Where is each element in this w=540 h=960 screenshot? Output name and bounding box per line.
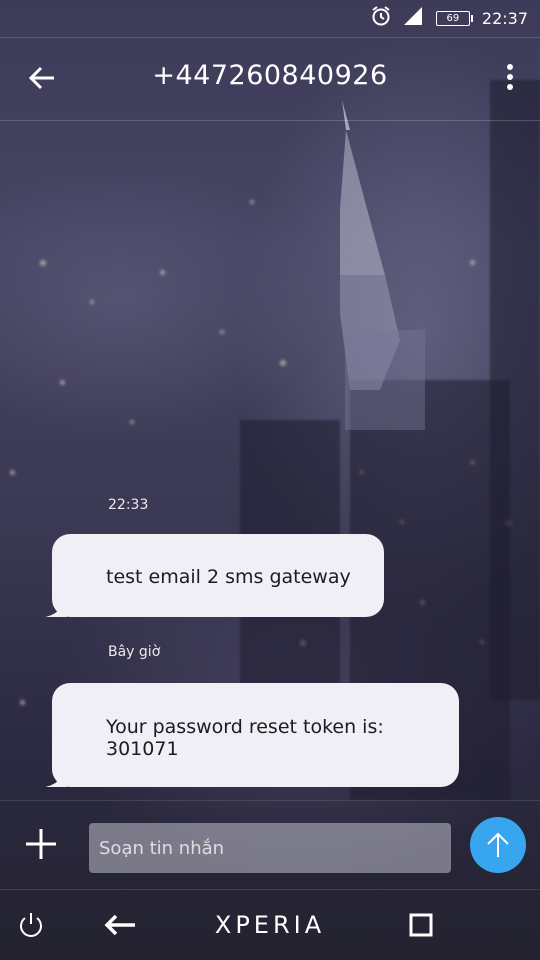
navigation-bar: XPERIA xyxy=(0,889,540,960)
message-timestamp: 22:33 xyxy=(108,497,149,513)
message-bubble[interactable]: Your password reset token is: 301071 xyxy=(45,683,459,787)
battery-icon: 69 xyxy=(435,10,473,26)
power-button[interactable] xyxy=(14,889,48,960)
arrow-up-icon xyxy=(487,832,509,857)
recents-square-icon xyxy=(409,913,433,936)
alarm-icon xyxy=(370,5,392,31)
message-bubble[interactable]: test email 2 sms gateway xyxy=(45,534,384,617)
message-input[interactable] xyxy=(89,823,451,873)
recents-button[interactable] xyxy=(404,889,438,960)
plus-icon xyxy=(26,829,56,859)
more-vert-icon xyxy=(506,64,514,90)
message-text-line: 301071 xyxy=(106,738,179,760)
send-button[interactable] xyxy=(470,817,526,873)
message-text: test email 2 sms gateway xyxy=(106,566,351,588)
clock: 22:37 xyxy=(481,8,528,28)
back-arrow-icon xyxy=(104,914,135,935)
skyscraper-silhouette xyxy=(340,100,425,430)
xperia-logo: XPERIA xyxy=(214,910,326,939)
signal-icon xyxy=(403,7,424,29)
conversation-title: +447260840926 xyxy=(152,60,388,91)
more-options-button[interactable] xyxy=(506,64,514,94)
battery-level: 69 xyxy=(446,12,460,24)
status-bar: 69 22:37 xyxy=(0,0,540,36)
nav-back-button[interactable] xyxy=(100,889,140,960)
app-bar: +447260840926 xyxy=(0,37,540,121)
message-timestamp: Bây giờ xyxy=(108,644,161,660)
attach-button[interactable] xyxy=(24,827,58,861)
bubble-tail xyxy=(45,767,67,787)
message-text-line: Your password reset token is: xyxy=(106,716,384,738)
bubble-tail xyxy=(45,597,67,617)
compose-bar xyxy=(0,800,540,890)
power-icon xyxy=(20,912,42,937)
